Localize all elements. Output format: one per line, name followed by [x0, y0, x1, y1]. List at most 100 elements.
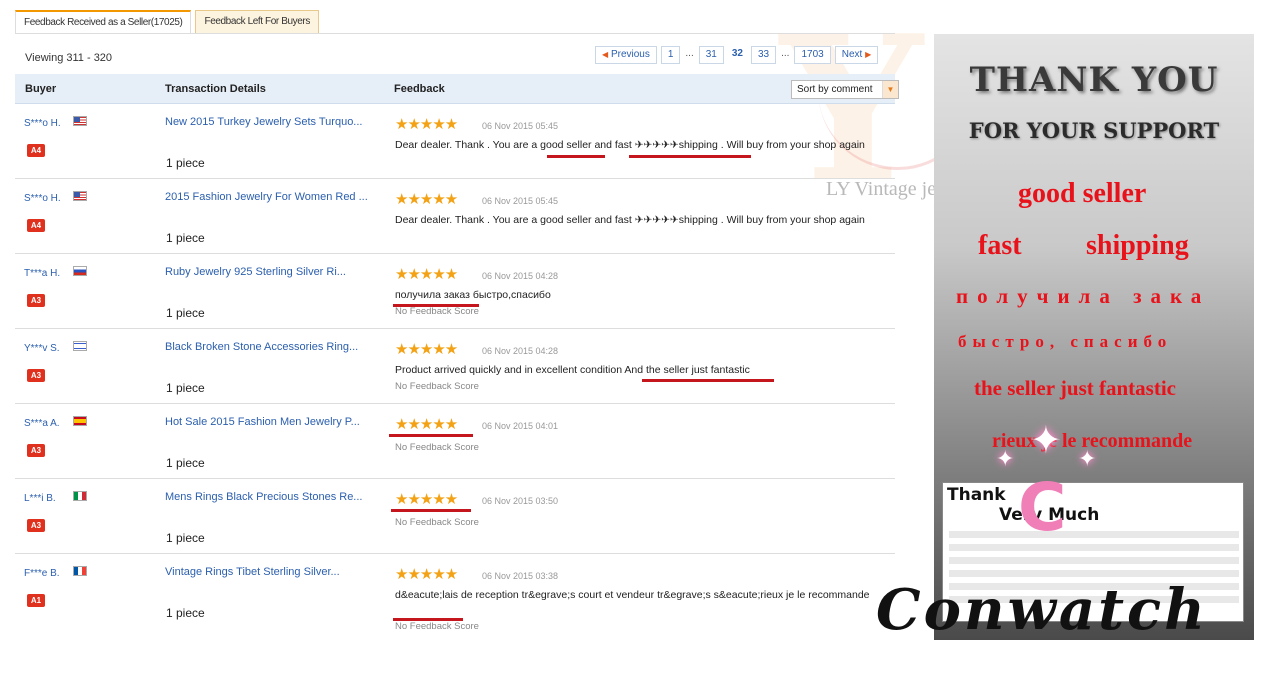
promo-ru-line1: получила зака [956, 284, 1211, 308]
feedback-table: S***o H. A4 New 2015 Turkey Jewelry Sets… [15, 104, 895, 632]
buyer-name[interactable]: T***a H. [24, 268, 60, 279]
chevron-left-icon: ◀ [602, 50, 609, 59]
sparkle-icon: ✦ [996, 446, 1015, 471]
buyer-level-badge: A3 [27, 444, 45, 457]
tab-left-for-buyers[interactable]: Feedback Left For Buyers [195, 10, 319, 34]
buyer-name[interactable]: L***i B. [24, 493, 56, 504]
feedback-date: 06 Nov 2015 04:28 [482, 271, 559, 281]
highlight-underline [642, 379, 774, 382]
column-feedback: Feedback [394, 83, 445, 95]
product-link[interactable]: Vintage Rings Tibet Sterling Silver... [165, 566, 340, 578]
star-rating-icon: ★★★★★ [395, 416, 458, 433]
previous-label: Previous [610, 49, 650, 60]
flag-il-icon [73, 341, 87, 351]
brand-name: Conwatch [876, 577, 1208, 643]
buyer-name[interactable]: Y***v S. [24, 343, 60, 354]
flag-es-icon [73, 416, 87, 426]
highlight-underline [629, 155, 751, 158]
tab-received-as-seller[interactable]: Feedback Received as a Seller(17025) [15, 10, 192, 34]
flag-us-icon [73, 116, 87, 126]
star-rating-icon: ★★★★★ [395, 116, 458, 133]
product-link[interactable]: Hot Sale 2015 Fashion Men Jewelry P... [165, 416, 360, 428]
buyer-level-badge: A3 [27, 519, 45, 532]
no-feedback-score: No Feedback Score [395, 621, 479, 632]
feedback-tabs: Feedback Received as a Seller(17025) Fee… [15, 10, 319, 34]
chevron-right-icon: ▶ [865, 50, 872, 59]
quantity: 1 piece [166, 306, 205, 320]
feedback-date: 06 Nov 2015 05:45 [482, 196, 559, 206]
feedback-date: 06 Nov 2015 03:38 [482, 571, 559, 581]
promo-fast: fast [978, 230, 1022, 261]
page-1703-button[interactable]: 1703 [794, 46, 831, 64]
flag-fr-icon [73, 566, 87, 576]
product-link[interactable]: New 2015 Turkey Jewelry Sets Turquo... [165, 116, 362, 128]
buyer-name[interactable]: F***e B. [24, 568, 60, 579]
table-row: S***a A. A3 Hot Sale 2015 Fashion Men Je… [15, 404, 895, 479]
sparkle-icon: ✦ [1078, 446, 1097, 471]
column-transaction-details: Transaction Details [165, 83, 266, 95]
flag-it-icon [73, 491, 87, 501]
promo-shipping: shipping [1086, 230, 1189, 261]
no-feedback-score: No Feedback Score [395, 442, 479, 453]
flag-ru-icon [73, 266, 87, 276]
table-row: T***a H. A3 Ruby Jewelry 925 Sterling Si… [15, 254, 895, 329]
highlight-underline [389, 434, 473, 437]
sparkle-icon: ✦ [1030, 420, 1062, 462]
page-33-button[interactable]: 33 [751, 46, 777, 64]
promo-support: FOR YOUR SUPPORT [968, 118, 1220, 143]
product-link[interactable]: Black Broken Stone Accessories Ring... [165, 341, 358, 353]
table-row: S***o H. A4 2015 Fashion Jewelry For Wom… [15, 179, 895, 254]
viewing-range: Viewing 311 - 320 [25, 52, 113, 64]
buyer-name[interactable]: S***o H. [24, 118, 61, 129]
buyer-level-badge: A3 [27, 294, 45, 307]
column-buyer: Buyer [25, 83, 57, 95]
buyer-level-badge: A4 [27, 144, 45, 157]
feedback-comment: Product arrived quickly and in excellent… [395, 364, 750, 376]
table-row: S***o H. A4 New 2015 Turkey Jewelry Sets… [15, 104, 895, 179]
sort-select-value: Sort by comment [797, 84, 873, 95]
buyer-name[interactable]: S***o H. [24, 193, 61, 204]
page-1-button[interactable]: 1 [660, 46, 681, 64]
chevron-down-icon: ▼ [882, 81, 898, 98]
flag-us-icon [73, 191, 87, 201]
buyer-level-badge: A3 [27, 369, 45, 382]
star-rating-icon: ★★★★★ [395, 266, 458, 283]
star-rating-icon: ★★★★★ [395, 191, 458, 208]
promo-thank-you: THANK YOU [969, 60, 1219, 100]
star-rating-icon: ★★★★★ [395, 491, 458, 508]
quantity: 1 piece [166, 456, 205, 470]
star-rating-icon: ★★★★★ [395, 566, 458, 583]
feedback-comment: d&eacute;lais de reception tr&egrave;s c… [395, 589, 870, 601]
feedback-date: 06 Nov 2015 03:50 [482, 496, 559, 506]
product-link[interactable]: Ruby Jewelry 925 Sterling Silver Ri... [165, 266, 346, 278]
buyer-level-badge: A1 [27, 594, 45, 607]
buyer-name[interactable]: S***a A. [24, 418, 60, 429]
promo-fantastic: the seller just fantastic [974, 376, 1176, 400]
product-link[interactable]: Mens Rings Black Precious Stones Re... [165, 491, 362, 503]
feedback-comment: Dear dealer. Thank . You are a good sell… [395, 139, 865, 151]
current-page: 32 [727, 46, 747, 64]
promo-banner: THANK YOU FOR YOUR SUPPORT good seller f… [934, 34, 1254, 640]
next-page-button[interactable]: Next ▶ [834, 46, 879, 64]
promo-ru-line2: быстро, спасибо [958, 332, 1173, 351]
no-feedback-score: No Feedback Score [395, 381, 479, 392]
sort-select[interactable]: Sort by comment ▼ [791, 80, 899, 99]
quantity: 1 piece [166, 606, 205, 620]
product-link[interactable]: 2015 Fashion Jewelry For Women Red ... [165, 191, 368, 203]
no-feedback-score: No Feedback Score [395, 306, 479, 317]
feedback-date: 06 Nov 2015 05:45 [482, 121, 559, 131]
buyer-level-badge: A4 [27, 219, 45, 232]
brand-initial-logo: C [1018, 469, 1067, 546]
no-feedback-score: No Feedback Score [395, 517, 479, 528]
highlight-underline [391, 509, 471, 512]
tab-divider [15, 33, 895, 34]
previous-page-button[interactable]: ◀ Previous [595, 46, 657, 64]
page-31-button[interactable]: 31 [698, 46, 724, 64]
table-row: L***i B. A3 Mens Rings Black Precious St… [15, 479, 895, 554]
quantity: 1 piece [166, 156, 205, 170]
page-ellipsis: ... [780, 46, 791, 64]
quantity: 1 piece [166, 531, 205, 545]
table-row: F***e B. A1 Vintage Rings Tibet Sterling… [15, 554, 895, 632]
highlight-underline [547, 155, 605, 158]
thumb-title: Thank [947, 485, 1006, 505]
